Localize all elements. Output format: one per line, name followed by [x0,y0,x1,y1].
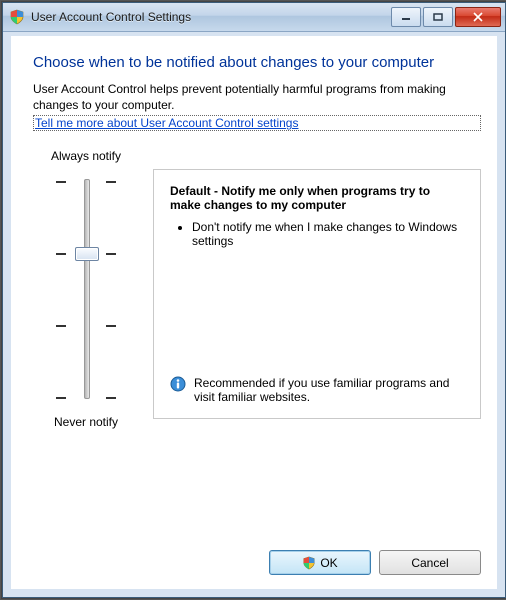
notification-slider[interactable] [56,173,116,405]
recommendation-row: Recommended if you use familiar programs… [170,376,464,404]
option-bullets: Don't notify me when I make changes to W… [176,220,464,252]
slider-thumb[interactable] [75,247,99,261]
client-area: Choose when to be notified about changes… [3,32,505,597]
slider-top-label: Always notify [51,149,121,163]
option-description-panel: Default - Notify me only when programs t… [153,169,481,419]
ok-button[interactable]: OK [269,550,371,575]
slider-track [84,179,90,399]
maximize-button[interactable] [423,7,453,27]
main-row: Always notify Never notify Default - Not… [33,149,481,429]
ok-button-label: OK [320,556,337,570]
titlebar[interactable]: User Account Control Settings [3,3,505,32]
page-description: User Account Control helps prevent poten… [33,81,481,113]
uac-shield-icon [302,556,316,570]
cancel-button-label: Cancel [411,556,448,570]
option-bullet: Don't notify me when I make changes to W… [192,220,464,248]
window-title: User Account Control Settings [31,10,389,24]
close-button[interactable] [455,7,501,27]
info-icon [170,376,186,392]
window-controls [389,7,501,27]
recommendation-text: Recommended if you use familiar programs… [194,376,464,404]
minimize-button[interactable] [391,7,421,27]
page-heading: Choose when to be notified about changes… [33,54,481,71]
slider-tick [56,325,116,327]
slider-column: Always notify Never notify [33,149,139,429]
dialog-buttons: OK Cancel [33,534,481,575]
learn-more-link[interactable]: Tell me more about User Account Control … [33,115,481,131]
slider-tick [56,397,116,399]
option-title: Default - Notify me only when programs t… [170,184,464,212]
slider-bottom-label: Never notify [54,415,118,429]
uac-settings-window: User Account Control Settings Choose whe… [2,2,506,598]
cancel-button[interactable]: Cancel [379,550,481,575]
uac-shield-icon [9,9,25,25]
slider-tick [56,181,116,183]
